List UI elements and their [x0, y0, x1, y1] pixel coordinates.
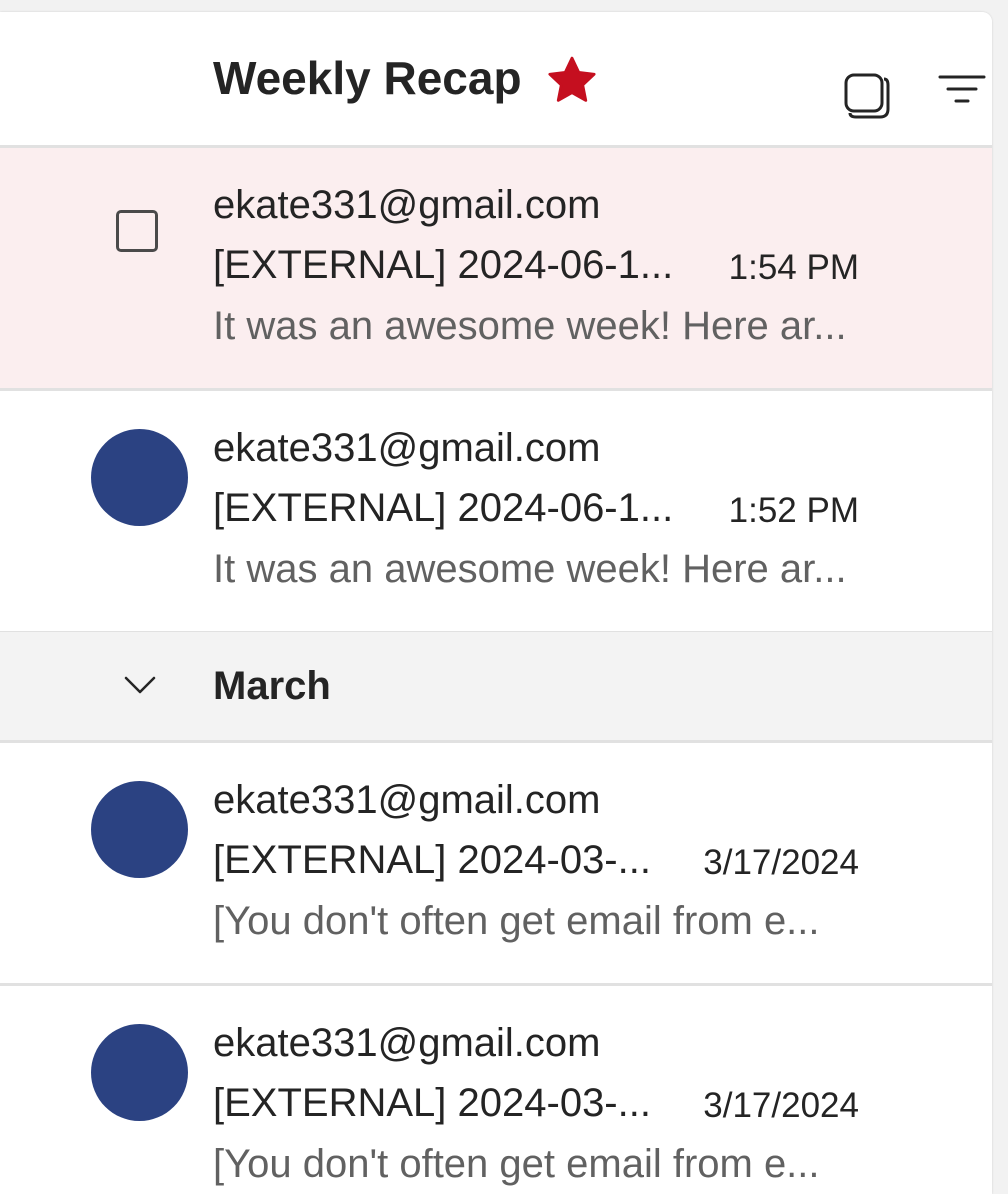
avatar: [91, 429, 188, 526]
message-list-pane: Weekly Recap ekate331@gmail.com [EXTERNA…: [0, 12, 992, 1194]
select-checkbox[interactable]: [116, 210, 158, 252]
select-multiple-icon[interactable]: [838, 67, 892, 121]
message-time: 3/17/2024: [703, 1086, 859, 1125]
message-time: 1:54 PM: [728, 248, 859, 287]
message-subject: [EXTERNAL] 2024-03-...: [213, 1081, 651, 1125]
message-preview: [You don't often get email from e...: [213, 899, 820, 943]
star-filled-icon[interactable]: [544, 53, 600, 109]
avatar: [91, 781, 188, 878]
message-row[interactable]: ekate331@gmail.com [EXTERNAL] 2024-03-..…: [0, 986, 992, 1194]
group-label: March: [213, 664, 331, 708]
message-row[interactable]: ekate331@gmail.com [EXTERNAL] 2024-06-1.…: [0, 148, 992, 391]
message-sender: ekate331@gmail.com: [213, 426, 601, 470]
message-list-header: Weekly Recap: [0, 12, 992, 148]
message-sender: ekate331@gmail.com: [213, 778, 601, 822]
message-sender: ekate331@gmail.com: [213, 183, 601, 227]
message-time: 1:52 PM: [728, 491, 859, 530]
group-header-march[interactable]: March: [0, 632, 992, 743]
message-row[interactable]: ekate331@gmail.com [EXTERNAL] 2024-03-..…: [0, 743, 992, 986]
message-preview: It was an awesome week! Here ar...: [213, 304, 847, 348]
folder-title: Weekly Recap: [213, 52, 522, 104]
message-subject: [EXTERNAL] 2024-03-...: [213, 838, 651, 882]
message-subject: [EXTERNAL] 2024-06-1...: [213, 243, 674, 287]
message-sender: ekate331@gmail.com: [213, 1021, 601, 1065]
avatar: [91, 1024, 188, 1121]
chevron-down-icon[interactable]: [120, 670, 160, 700]
message-time: 3/17/2024: [703, 843, 859, 882]
message-subject: [EXTERNAL] 2024-06-1...: [213, 486, 674, 530]
message-preview: It was an awesome week! Here ar...: [213, 547, 847, 591]
message-row[interactable]: ekate331@gmail.com [EXTERNAL] 2024-06-1.…: [0, 391, 992, 634]
filter-icon[interactable]: [934, 67, 988, 113]
message-preview: [You don't often get email from e...: [213, 1142, 820, 1186]
